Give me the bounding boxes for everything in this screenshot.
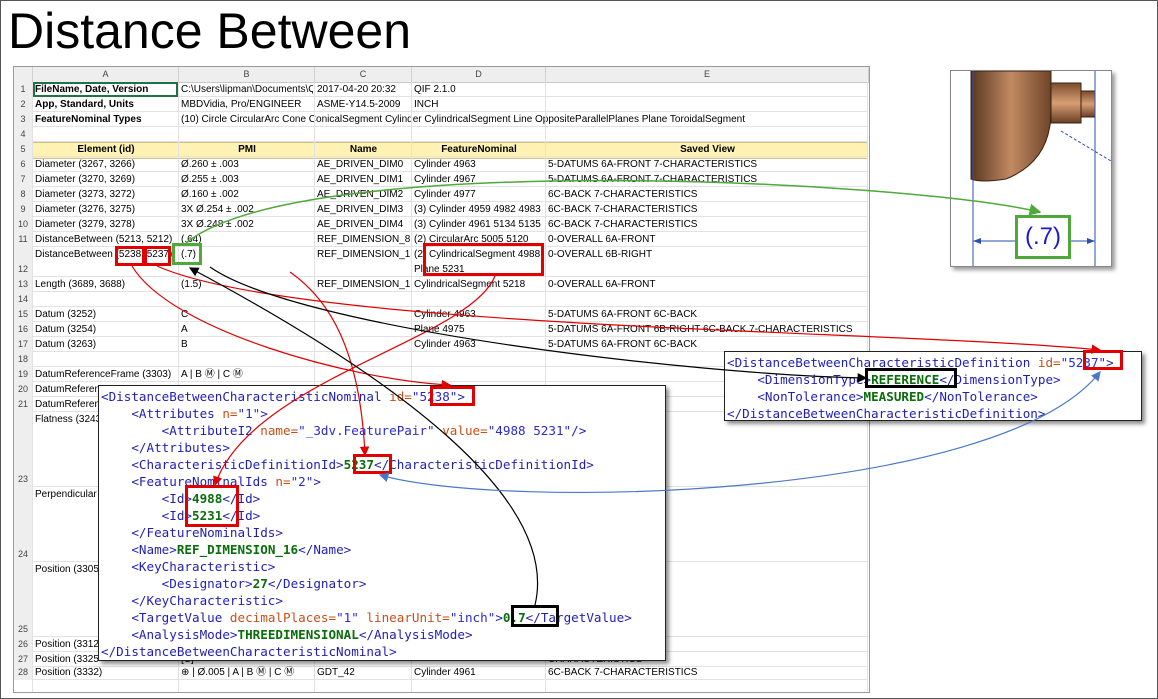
connector-arrows <box>131 179 1102 606</box>
